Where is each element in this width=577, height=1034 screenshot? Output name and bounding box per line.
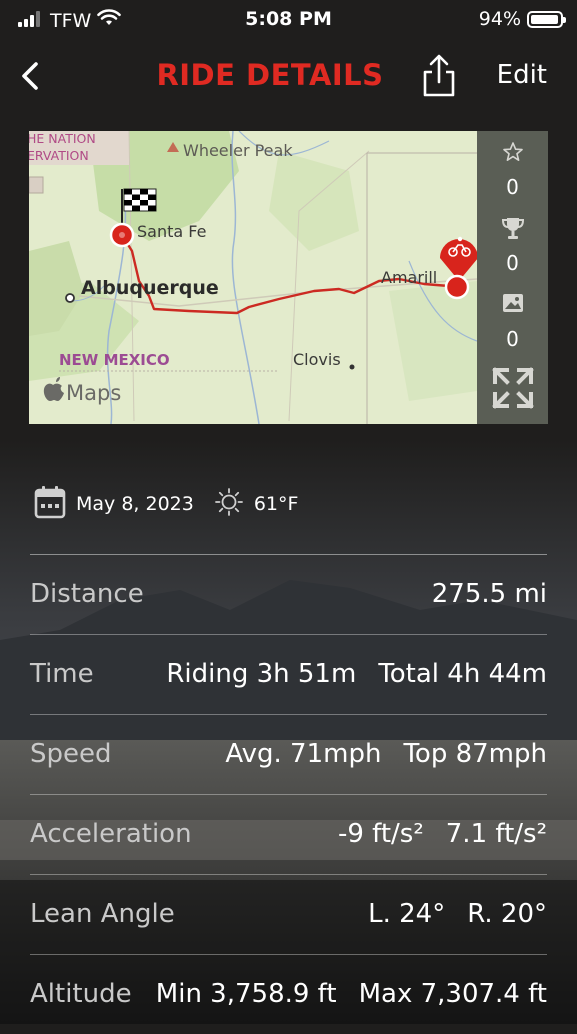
stat-label: Time — [30, 659, 94, 689]
battery-percent: 94% — [478, 8, 521, 30]
stat-label: Speed — [30, 739, 112, 769]
stat-row-distance: Distance 275.5 mi — [30, 554, 547, 634]
photos-count: 0 — [506, 327, 519, 351]
map-label-clovis: Clovis — [293, 350, 341, 369]
stat-row-altitude: Altitude Min 3,758.9 ft Max 7,307.4 ft — [30, 954, 547, 1034]
ride-temperature: 61°F — [253, 493, 299, 515]
stat-label: Altitude — [30, 979, 132, 1009]
ride-stats: Distance 275.5 mi Time Riding 3h 51m Tota… — [30, 554, 547, 1034]
expand-map-button[interactable] — [477, 365, 548, 415]
nav-bar: RIDE DETAILS Edit — [0, 44, 577, 108]
map-label-santa-fe: Santa Fe — [137, 222, 206, 241]
route-map-card: HE NATION ERVATION Wheeler Peak Santa Fe… — [29, 131, 548, 424]
map-label-new-mexico: NEW MEXICO — [59, 351, 170, 369]
photo-icon — [477, 293, 548, 317]
stat-value: 275.5 mi — [431, 579, 547, 609]
stat-row-acceleration: Acceleration -9 ft/s² 7.1 ft/s² — [30, 794, 547, 874]
status-bar: TFW 5:08 PM 94% — [0, 0, 577, 40]
stat-value: Riding 3h 51m Total 4h 44m — [166, 659, 547, 689]
star-icon — [502, 142, 523, 161]
share-icon — [423, 54, 455, 97]
calendar-icon — [34, 485, 66, 524]
expand-icon — [491, 367, 534, 409]
map-side-panel: 0 0 0 — [477, 131, 548, 424]
stat-label: Lean Angle — [30, 899, 175, 929]
stat-value: -9 ft/s² 7.1 ft/s² — [337, 819, 547, 849]
stat-label: Distance — [30, 579, 144, 609]
map-label-wheeler-peak: Wheeler Peak — [183, 141, 293, 160]
trophy-icon — [477, 215, 548, 245]
edit-button[interactable]: Edit — [497, 60, 547, 90]
trophies-count: 0 — [506, 251, 519, 275]
map-label-amarillo: Amarill — [381, 268, 437, 287]
stat-row-lean-angle: Lean Angle L. 24° R. 20° — [30, 874, 547, 954]
route-map[interactable]: HE NATION ERVATION Wheeler Peak Santa Fe… — [29, 131, 478, 424]
stat-row-time: Time Riding 3h 51m Total 4h 44m — [30, 634, 547, 714]
map-label-albuquerque: Albuquerque — [81, 277, 219, 299]
ride-date: May 8, 2023 — [76, 493, 194, 515]
map-label-nation: HE NATION — [29, 131, 96, 146]
ride-info-line: May 8, 2023 61°F — [34, 484, 298, 524]
maps-brand: Maps — [66, 381, 121, 405]
favorites-count: 0 — [506, 175, 519, 199]
stat-value: L. 24° R. 20° — [368, 899, 547, 929]
map-label-reservation: ERVATION — [29, 148, 89, 163]
stat-value: Min 3,758.9 ft Max 7,307.4 ft — [155, 979, 547, 1009]
stat-label: Acceleration — [30, 819, 192, 849]
share-button[interactable] — [418, 52, 460, 100]
battery-icon — [527, 10, 566, 28]
favorite-button[interactable] — [477, 141, 548, 167]
sun-icon — [214, 487, 244, 522]
stat-row-speed: Speed Avg. 71mph Top 87mph — [30, 714, 547, 794]
start-marker — [444, 274, 470, 300]
stat-value: Avg. 71mph Top 87mph — [225, 739, 547, 769]
